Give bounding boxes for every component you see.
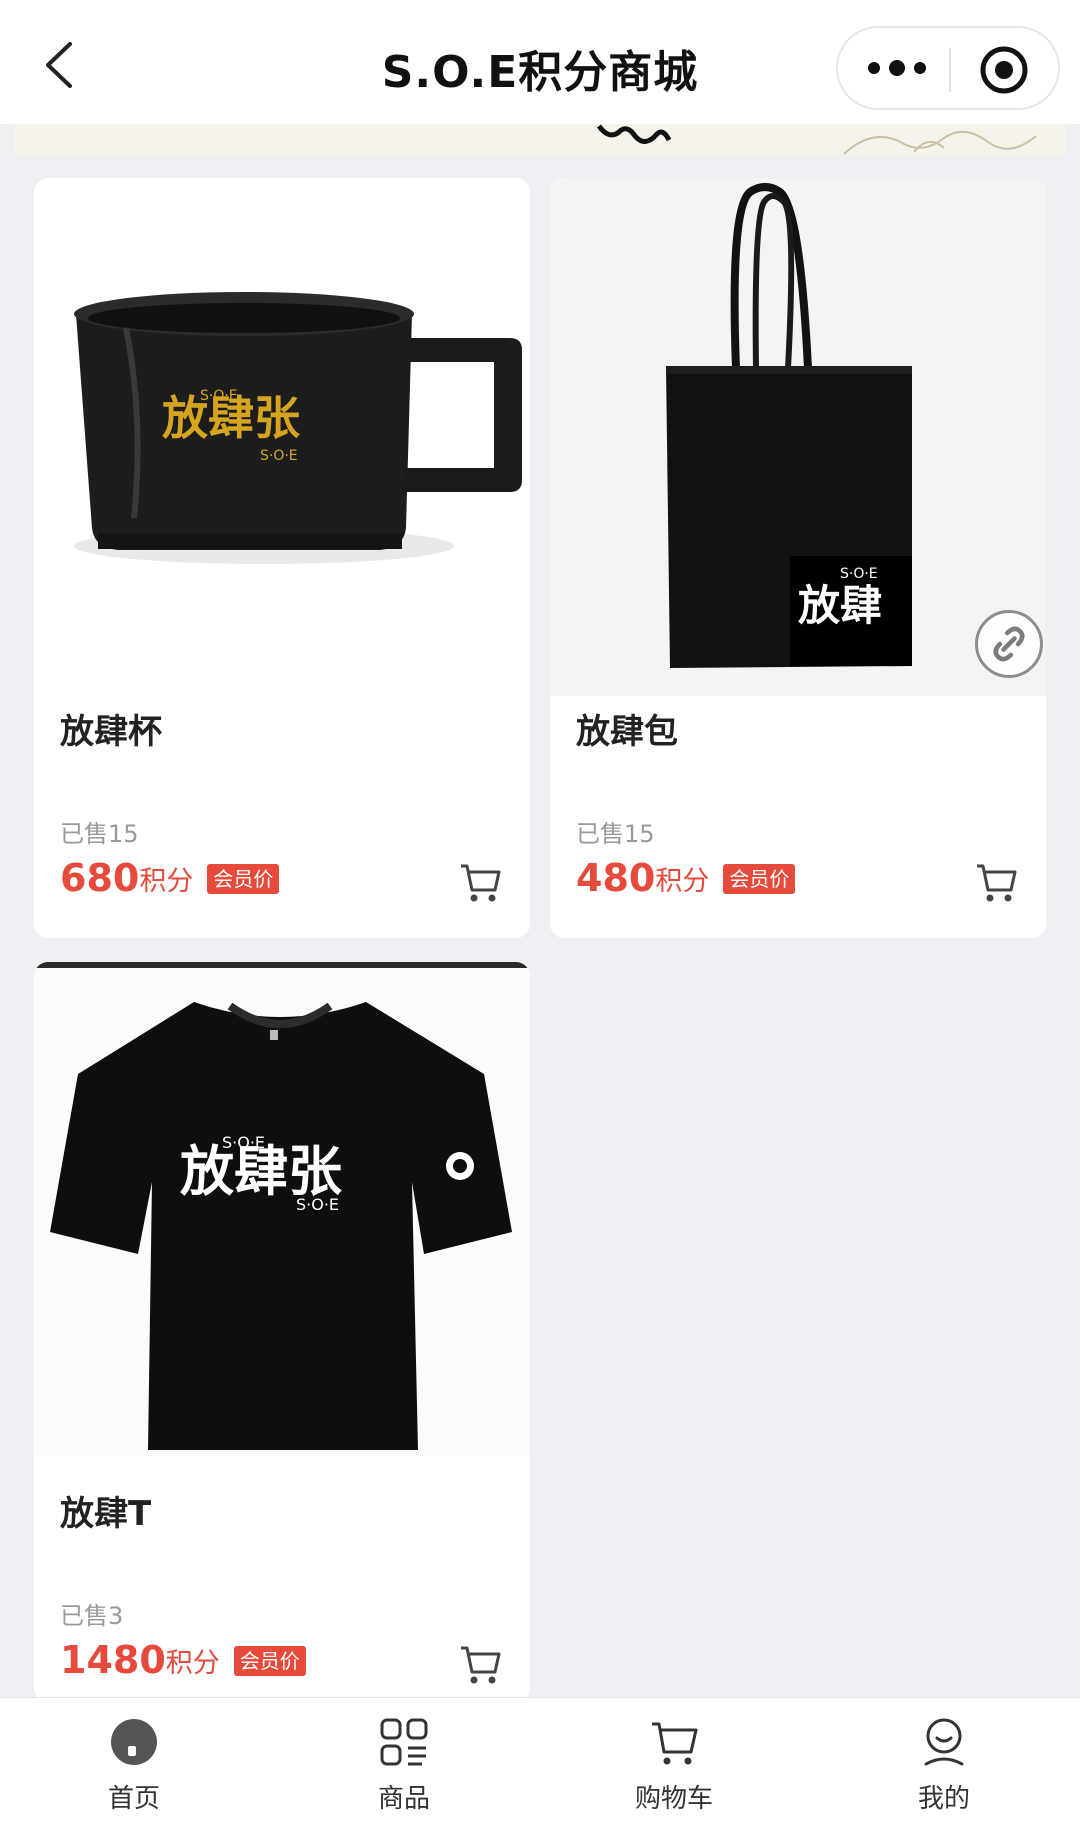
capsule-divider — [949, 48, 951, 92]
bottom-tab-bar: 首页 商品 购物车 我的 — [0, 1697, 1080, 1837]
price-value: 1480 — [60, 1638, 166, 1682]
tab-label: 商品 — [377, 1784, 430, 1814]
grid-list-icon — [380, 1718, 428, 1766]
price-value: 480 — [576, 856, 656, 900]
price-unit: 积分 — [165, 1648, 220, 1679]
tab-home[interactable]: 首页 — [64, 1716, 204, 1826]
cart-icon[interactable] — [458, 1642, 502, 1686]
home-icon — [111, 1719, 157, 1765]
svg-text:S·O·E: S·O·E — [222, 1133, 265, 1152]
product-image[interactable]: 放肆张 S·O·E S·O·E — [34, 962, 530, 1456]
price-unit: 积分 — [139, 866, 194, 897]
svg-text:S·O·E: S·O·E — [840, 566, 878, 582]
product-price: 680 积分 会员价 — [60, 856, 280, 900]
product-sold-count: 已售3 — [60, 1602, 124, 1630]
product-name: 放肆T — [60, 1494, 152, 1534]
tab-label: 购物车 — [634, 1784, 713, 1814]
product-name: 放肆包 — [576, 712, 678, 752]
member-price-badge: 会员价 — [207, 864, 280, 894]
product-card[interactable]: 放肆张 S·O·E S·O·E 放肆杯 已售15 680 积分 会员价 — [34, 178, 530, 938]
cart-icon — [652, 1722, 698, 1765]
tab-label: 我的 — [917, 1784, 970, 1814]
product-price: 480 积分 会员价 — [576, 856, 796, 900]
cart-icon[interactable] — [974, 860, 1018, 904]
svg-text:S·O·E: S·O·E — [200, 388, 238, 404]
banner-image[interactable] — [14, 124, 1066, 156]
svg-text:S·O·E: S·O·E — [260, 448, 298, 464]
capsule-menu — [836, 26, 1060, 110]
user-icon — [924, 1718, 964, 1766]
product-price: 1480 积分 会员价 — [60, 1640, 306, 1680]
product-image[interactable]: 放肆 S·O·E — [550, 178, 1046, 696]
product-card[interactable]: 放肆 S·O·E 放肆包 已售15 480 积分 会员价 — [550, 178, 1046, 938]
product-sold-count: 已售15 — [60, 820, 139, 848]
svg-text:S·O·E: S·O·E — [296, 1195, 339, 1214]
member-price-badge: 会员价 — [233, 1646, 306, 1676]
price-unit: 积分 — [655, 866, 710, 897]
product-image[interactable]: 放肆张 S·O·E S·O·E — [34, 178, 530, 696]
target-close-icon[interactable] — [978, 44, 1030, 96]
product-card[interactable]: 放肆张 S·O·E S·O·E 放肆T 已售3 1480 积分 会员价 — [34, 962, 530, 1702]
product-sold-count: 已售15 — [576, 820, 655, 848]
nav-header: S.O.E积分商城 — [0, 0, 1080, 124]
tab-products[interactable]: 商品 — [334, 1716, 474, 1826]
cart-icon[interactable] — [458, 860, 502, 904]
svg-text:放肆: 放肆 — [798, 581, 882, 630]
link-icon[interactable] — [975, 610, 1043, 678]
tab-label: 首页 — [107, 1784, 160, 1814]
more-dots-icon[interactable] — [862, 46, 932, 90]
product-name: 放肆杯 — [60, 712, 162, 752]
tab-mine[interactable]: 我的 — [874, 1716, 1014, 1826]
price-value: 680 — [60, 856, 140, 900]
tab-cart[interactable]: 购物车 — [604, 1716, 744, 1826]
member-price-badge: 会员价 — [723, 864, 796, 894]
